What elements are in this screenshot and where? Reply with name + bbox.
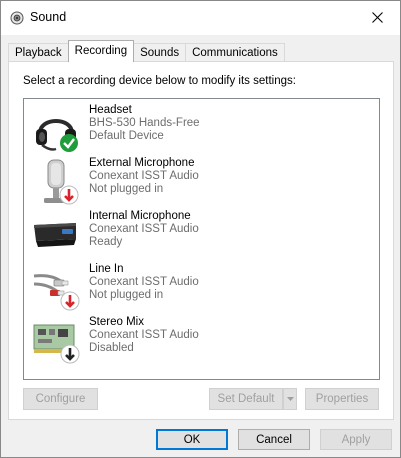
apply-label: Apply — [341, 433, 371, 446]
instruction-text: Select a recording device below to modif… — [23, 75, 296, 87]
device-driver: BHS-530 Hands-Free — [89, 117, 200, 129]
internal-microphone-icon — [32, 211, 80, 259]
recording-panel: Select a recording device below to modif… — [8, 61, 394, 420]
set-default-dropdown-button[interactable] — [283, 388, 297, 410]
properties-label: Properties — [315, 393, 369, 405]
tab-sounds[interactable]: Sounds — [133, 43, 187, 62]
configure-button[interactable]: Configure — [23, 388, 98, 410]
device-name: Stereo Mix — [89, 316, 144, 328]
device-list[interactable]: Headset BHS-530 Hands-Free Default Devic… — [23, 98, 380, 380]
set-default-button[interactable]: Set Default — [209, 388, 283, 410]
device-name: Line In — [89, 263, 124, 275]
ok-button[interactable]: OK — [156, 429, 228, 450]
cancel-label: Cancel — [256, 433, 292, 446]
device-name: External Microphone — [89, 157, 195, 169]
sound-card-icon — [32, 317, 80, 365]
title-bar[interactable]: Sound — [1, 1, 400, 35]
device-name: Headset — [89, 104, 132, 116]
configure-label: Configure — [35, 393, 86, 405]
device-status: Default Device — [89, 130, 164, 142]
external-microphone-icon — [32, 158, 80, 206]
speaker-icon — [10, 11, 24, 25]
tab-playback[interactable]: Playback — [8, 43, 69, 62]
ok-label: OK — [183, 433, 201, 446]
device-driver: Conexant ISST Audio — [89, 329, 199, 341]
set-default-label: Set Default — [217, 393, 275, 405]
cancel-button[interactable]: Cancel — [238, 429, 310, 450]
properties-button[interactable]: Properties — [305, 388, 379, 410]
device-item-line-in[interactable]: Line In Conexant ISST Audio Not plugged … — [28, 262, 368, 314]
device-status: Not plugged in — [89, 183, 164, 195]
default-check-badge — [60, 134, 78, 152]
headset-icon — [32, 105, 80, 153]
tab-strip: Playback Recording Sounds Communications — [8, 40, 285, 62]
unplugged-arrow-badge — [60, 291, 80, 311]
device-driver: Conexant ISST Audio — [89, 223, 199, 235]
disabled-arrow-badge — [60, 344, 80, 364]
device-driver: Conexant ISST Audio — [89, 276, 199, 288]
close-icon — [371, 12, 383, 23]
close-button[interactable] — [354, 1, 400, 34]
tab-recording[interactable]: Recording — [67, 40, 135, 62]
line-in-cable-icon — [32, 264, 80, 312]
device-item-external-microphone[interactable]: External Microphone Conexant ISST Audio … — [28, 156, 368, 208]
window-title: Sound — [30, 10, 67, 24]
chevron-down-icon — [286, 397, 294, 401]
device-status: Not plugged in — [89, 289, 164, 301]
device-item-headset[interactable]: Headset BHS-530 Hands-Free Default Devic… — [28, 103, 368, 155]
device-status: Disabled — [89, 342, 134, 354]
device-item-internal-microphone[interactable]: Internal Microphone Conexant ISST Audio … — [28, 209, 368, 261]
device-name: Internal Microphone — [89, 210, 191, 222]
unplugged-arrow-badge — [59, 185, 79, 205]
device-status: Ready — [89, 236, 123, 248]
tab-communications[interactable]: Communications — [185, 43, 285, 62]
sound-dialog: Sound Playback Recording Sounds Communic… — [0, 0, 401, 458]
apply-button[interactable]: Apply — [320, 429, 392, 450]
device-item-stereo-mix[interactable]: Stereo Mix Conexant ISST Audio Disabled — [28, 315, 368, 367]
device-driver: Conexant ISST Audio — [89, 170, 199, 182]
